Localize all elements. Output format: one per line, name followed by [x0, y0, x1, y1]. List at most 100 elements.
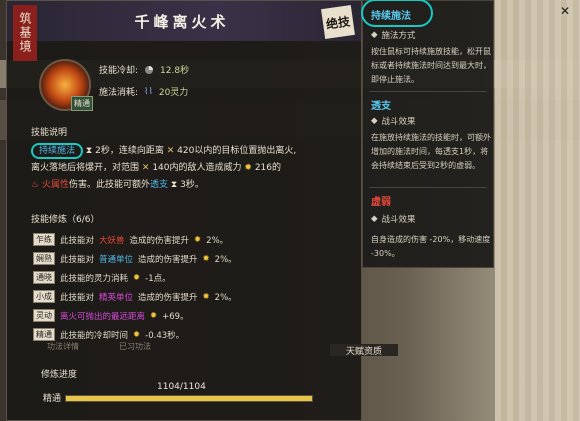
- divider: [369, 187, 487, 188]
- skill-title: 千峰离火术: [134, 13, 230, 31]
- drop-icon: ◆: [371, 116, 378, 126]
- mod-text: 造成的伤害提升: [138, 292, 198, 303]
- area-icon: ✕: [141, 163, 150, 173]
- progress-fill: [66, 396, 312, 401]
- mana-icon: ⌇⌇: [144, 86, 153, 97]
- cooldown-stat: 技能冷却: 12.8秒: [99, 63, 189, 76]
- mod-text: 此技能对: [60, 235, 95, 246]
- tab-learned-skills[interactable]: 已习功法: [119, 341, 151, 352]
- mod-row: 娴熟 此技能对 普通单位 造成的伤害提升 ✹ 2%。: [33, 252, 237, 265]
- ultimate-seal: 绝技: [321, 5, 355, 39]
- mod-target: 普通单位: [99, 254, 134, 265]
- mod-tag: 乍练: [33, 233, 55, 246]
- mod-text: 此技能对: [60, 292, 95, 303]
- mod-tag: 娴熟: [33, 252, 55, 265]
- mod-text: 造成的伤害提升: [129, 235, 190, 246]
- mod-text: 此技能对: [60, 254, 95, 265]
- drop-icon: ◆: [371, 30, 378, 40]
- tab-skill-details[interactable]: 功法详情: [47, 341, 79, 352]
- keyword-sub-label: 战斗效果: [381, 215, 416, 225]
- skill-description: 持续施法 ⧗ 2秒，连续向距离 ✕ 420以内的目标位置抛出离火, 离火落地后将…: [31, 143, 351, 194]
- keyword-title-channel: 持续施法: [371, 11, 411, 22]
- keyword-sub: ◆ 战斗效果: [371, 115, 416, 127]
- close-icon[interactable]: ✕: [560, 4, 574, 18]
- desc-text: 离火落地后将爆开，对范围: [31, 163, 140, 173]
- fire-icon: ♨: [31, 180, 40, 190]
- mod-row: 灵动 离火可抛出的最远距离 ✹ +69。: [33, 309, 189, 322]
- mod-text: 此技能的冷却时间: [60, 330, 129, 341]
- desc-text: 。: [194, 180, 204, 190]
- mod-tag: 小成: [33, 290, 55, 303]
- mod-row: 精通 此技能的冷却时间 ✹ -0.43秒。: [33, 328, 184, 341]
- desc-text: 的: [272, 163, 282, 173]
- power-icon: ✹: [244, 163, 252, 173]
- keyword-title-extend: 透支: [371, 101, 391, 112]
- keyword-sub: ◆ 施法方式: [371, 29, 416, 41]
- divider: [369, 91, 487, 92]
- mod-tag: 灵动: [33, 309, 55, 322]
- cooldown-label: 技能冷却:: [99, 66, 139, 76]
- mod-row: 乍练 此技能对 大妖兽 造成的伤害提升 ✹ 2%。: [33, 233, 228, 246]
- attribute-tab[interactable]: 天赋资质: [330, 344, 398, 357]
- mod-tag: 通晓: [33, 271, 55, 284]
- bottom-tabs: 功法详情 已习功法: [47, 341, 151, 352]
- keyword-text: 在施放持续施法的技能时，可额外增加的施法时间，每透支1秒，将会持续结束后受到2秒…: [371, 133, 491, 170]
- mod-icon: ✹: [194, 234, 202, 245]
- progress-label: 修炼进度: [41, 370, 78, 380]
- mod-value: -1点。: [145, 273, 171, 284]
- mod-text: 造成的伤害提升: [138, 254, 198, 265]
- mod-row: 通晓 此技能的灵力消耗 ✹ -1点。: [33, 271, 171, 284]
- background-scroll: [495, 0, 580, 421]
- mod-value: 2%。: [206, 235, 229, 246]
- keyword-sub-label: 战斗效果: [381, 117, 416, 127]
- mod-target: 精英单位: [99, 292, 134, 303]
- keyword-channel[interactable]: 持续施法: [31, 143, 84, 159]
- keyword-info-panel: 持续施法 ◆ 施法方式 按住鼠标可持续施放技能，松开鼠标或者持续施法时间达到最大时…: [361, 0, 494, 268]
- desc-text: ，连续向距离: [109, 146, 164, 156]
- mod-target: 离火可抛出的最远距离: [60, 311, 146, 322]
- mod-icon: ✹: [202, 253, 210, 264]
- mod-icon: ✹: [150, 310, 158, 321]
- cost-stat: 施法消耗: ⌇⌇ 20灵力: [99, 85, 189, 99]
- mastery-badge: 精通: [71, 96, 93, 111]
- mod-row: 小成 此技能对 精英单位 造成的伤害提升 ✹ 2%。: [33, 290, 237, 303]
- mod-icon: ✹: [133, 329, 141, 340]
- clock-icon: [145, 65, 154, 74]
- cooldown-value: 12.8秒: [160, 66, 190, 76]
- hourglass-icon: ⧗: [170, 180, 178, 190]
- mod-text: 此技能的灵力消耗: [60, 273, 129, 284]
- power-value: 216: [254, 163, 272, 173]
- mod-icon: ✹: [202, 291, 210, 302]
- description-heading: 技能说明: [31, 128, 68, 138]
- range-icon: ✕: [166, 146, 175, 156]
- progress-bar: [65, 395, 313, 402]
- channel-time: 2秒: [95, 146, 110, 156]
- progress-value: 1104/1104: [157, 382, 206, 392]
- mods-heading: 技能修炼（6/6）: [31, 215, 100, 225]
- cost-label: 施法消耗:: [99, 88, 139, 98]
- desc-text: 以内的目标位置抛出离火,: [194, 146, 297, 156]
- fire-skill-icon: 精通: [39, 59, 93, 111]
- rank-tag: 精通: [43, 394, 62, 404]
- keyword-text: 按住鼠标可持续施放技能，松开鼠标或者持续施法时间达到最大时，即停止施法。: [371, 47, 491, 84]
- mod-value: +69。: [162, 311, 189, 322]
- keyword-extend[interactable]: 透支: [150, 180, 168, 190]
- realm-tag: 筑基境: [13, 5, 37, 61]
- mod-value: 2%。: [214, 292, 237, 303]
- mod-value: 2%。: [214, 254, 237, 265]
- extend-time: 3秒: [180, 180, 195, 190]
- aoe-value: 140: [152, 163, 170, 173]
- drop-icon: ◆: [371, 214, 378, 224]
- range-value: 420: [177, 146, 195, 156]
- mod-value: -0.43秒。: [145, 330, 185, 341]
- skill-tooltip-panel: 筑基境 千峰离火术 绝技 精通 技能冷却: 12.8秒 施法消耗: ⌇⌇ 20灵…: [6, 0, 362, 421]
- element-text: 火属性: [41, 180, 69, 190]
- mod-icon: ✹: [133, 272, 141, 283]
- mod-target: 大妖兽: [99, 235, 125, 246]
- keyword-text: 自身造成的伤害 -20%，移动速度 -30%。: [371, 235, 491, 258]
- keyword-title-weak: 虚弱: [371, 197, 391, 208]
- cost-value: 20灵力: [158, 88, 189, 98]
- hourglass-icon: ⧗: [85, 146, 93, 156]
- desc-text: 内的敌人造成威力: [169, 163, 242, 173]
- desc-text: 伤害。此技能可额外: [68, 180, 150, 190]
